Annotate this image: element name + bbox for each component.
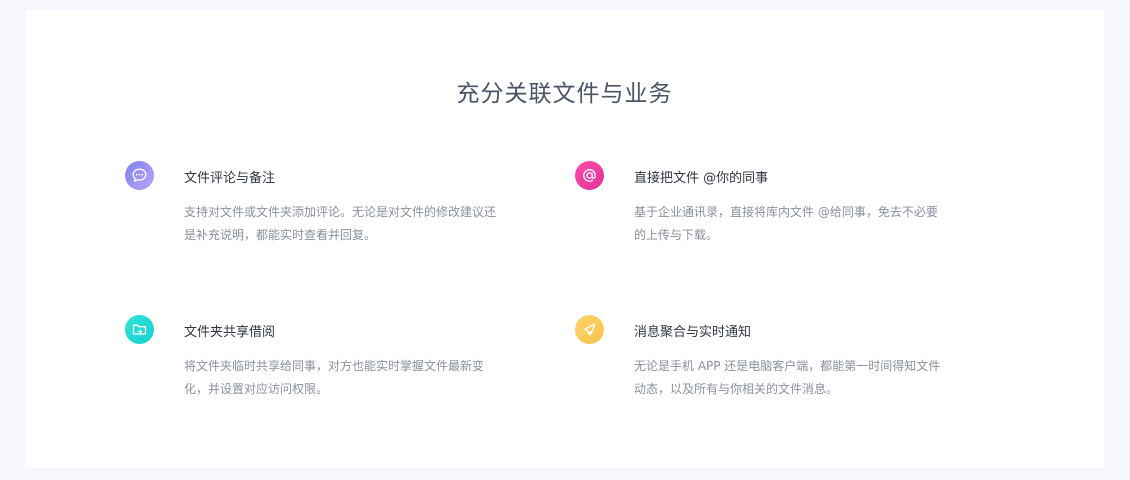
feature-description-line: 支持对文件或文件夹添加评论。无论是对文件的修改建议还	[184, 205, 497, 219]
feature-description-line: 是补充说明，都能实时查看并回复。	[184, 228, 377, 242]
at-sign-icon	[575, 161, 604, 190]
feature-title: 文件评论与备注	[184, 171, 276, 186]
paper-plane-icon	[575, 315, 604, 344]
feature-description-line: 将文件夹临时共享给同事，对方也能实时掌握文件最新变	[184, 359, 485, 373]
feature-description: 将文件夹临时共享给同事，对方也能实时掌握文件最新变 化，并设置对应访问权限。	[184, 355, 524, 401]
feature-description-line: 基于企业通讯录，直接将库内文件 @给同事，免去不必要	[634, 205, 938, 219]
feature-title: 直接把文件 @你的同事	[634, 171, 769, 186]
feature-description-line: 动态，以及所有与你相关的文件消息。	[634, 382, 839, 396]
feature-title: 消息聚合与实时通知	[634, 325, 752, 340]
feature-description-line: 无论是手机 APP 还是电脑客户端，都能第一时间得知文件	[634, 359, 941, 373]
feature-description: 无论是手机 APP 还是电脑客户端，都能第一时间得知文件 动态，以及所有与你相关…	[634, 355, 974, 401]
feature-description: 支持对文件或文件夹添加评论。无论是对文件的修改建议还 是补充说明，都能实时查看并…	[184, 201, 524, 247]
comment-bubble-icon	[125, 161, 154, 190]
features-card: 充分关联文件与业务 文件评论与备注 支持对文件或文件夹添加评论。无论是对文件的修…	[25, 10, 1104, 468]
feature-description: 基于企业通讯录，直接将库内文件 @给同事，免去不必要 的上传与下载。	[634, 201, 974, 247]
section-title: 充分关联文件与业务	[456, 81, 673, 107]
feature-description-line: 的上传与下载。	[634, 228, 719, 242]
feature-description-line: 化，并设置对应访问权限。	[184, 382, 329, 396]
feature-title: 文件夹共享借阅	[184, 325, 276, 340]
shared-folder-icon	[125, 315, 154, 344]
